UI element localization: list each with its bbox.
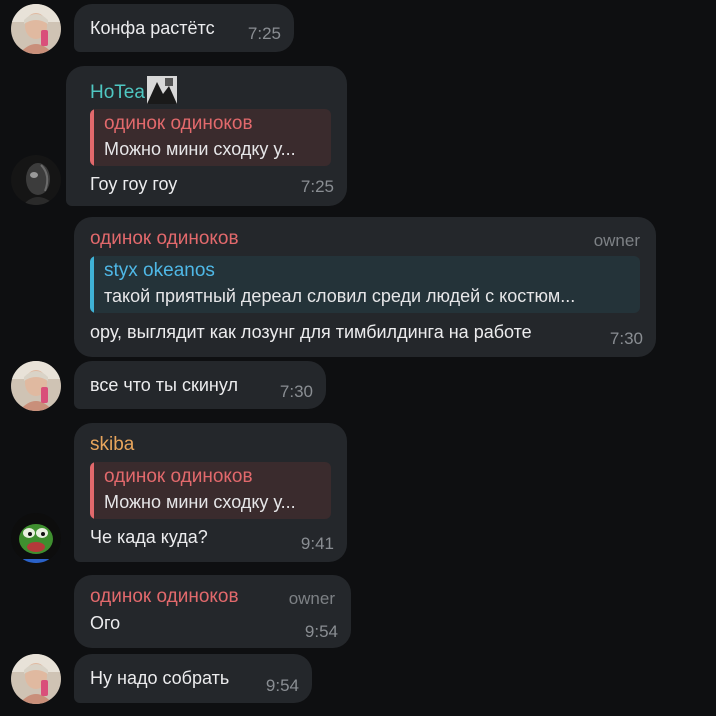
user-photo-avatar[interactable] xyxy=(11,654,61,704)
message-time: 7:25 xyxy=(300,177,334,196)
message-time: 9:54 xyxy=(304,622,338,641)
sender-name[interactable]: HoTea xyxy=(90,76,331,105)
message-time: 9:41 xyxy=(300,534,334,553)
reply-text: Можно мини сходку у... xyxy=(104,139,296,159)
message-bubble[interactable]: skiba одинок одиноков Можно мини сходку … xyxy=(74,423,347,562)
dark-portrait-avatar[interactable] xyxy=(11,155,61,205)
sender-name[interactable]: skiba xyxy=(90,433,331,457)
reply-sender-name: одинок одиноков xyxy=(104,466,253,487)
message-text: Че када куда? xyxy=(90,527,208,547)
message-bubble[interactable]: HoTea одинок одиноков Можно мини сходку … xyxy=(66,66,347,206)
sender-name[interactable]: одинок одиноков xyxy=(90,227,640,251)
message-time: 7:30 xyxy=(609,329,643,348)
message-bubble[interactable]: одинок одиноков owner Ого 9:54 xyxy=(74,575,351,648)
message-text: ору, выглядит как лозунг для тимбилдинга… xyxy=(90,322,532,342)
pepe-frog-avatar[interactable] xyxy=(11,513,61,563)
message-time: 9:54 xyxy=(265,676,299,695)
reply-sender-name: одинок одиноков xyxy=(104,113,253,134)
message-text: Ого xyxy=(90,613,121,633)
message-text: Гоу гоу гоу xyxy=(90,174,178,194)
message-bubble[interactable]: Ну надо собрать 9:54 xyxy=(74,654,312,703)
reply-text: Можно мини сходку у... xyxy=(104,492,296,512)
user-photo-avatar[interactable] xyxy=(11,4,61,54)
reply-text: такой приятный дереал словил среди людей… xyxy=(104,286,576,306)
message-time: 7:25 xyxy=(247,24,281,43)
reply-sender-name: styx okeanos xyxy=(104,260,215,281)
owner-label: owner xyxy=(288,589,335,608)
message-time: 7:30 xyxy=(279,382,313,401)
reply-quote[interactable]: одинок одиноков Можно мини сходку у... xyxy=(90,109,331,166)
message-text: все что ты скинул xyxy=(90,375,238,395)
reply-quote[interactable]: styx okeanos такой приятный дереал слови… xyxy=(90,256,640,313)
message-bubble[interactable]: Конфа растётс 7:25 xyxy=(74,4,294,52)
user-photo-avatar[interactable] xyxy=(11,361,61,411)
profile-badge-icon xyxy=(146,76,177,104)
owner-label: owner xyxy=(593,231,640,250)
message-bubble[interactable]: одинок одиноков owner styx okeanos такой… xyxy=(74,217,656,357)
message-bubble[interactable]: все что ты скинул 7:30 xyxy=(74,361,326,409)
reply-quote[interactable]: одинок одиноков Можно мини сходку у... xyxy=(90,462,331,519)
